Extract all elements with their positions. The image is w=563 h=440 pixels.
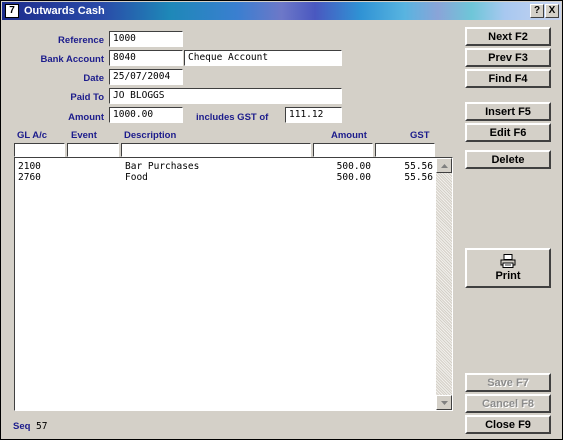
- print-button[interactable]: Print: [465, 248, 551, 288]
- row-gl: 2760: [18, 172, 41, 183]
- amount-label: Amount: [68, 112, 104, 123]
- outwards-cash-window: 7 Outwards Cash ? X Reference 1000 Bank …: [0, 0, 563, 440]
- date-label: Date: [83, 73, 104, 84]
- edit-button[interactable]: Edit F6: [465, 123, 551, 142]
- gst-filter-input[interactable]: [375, 143, 435, 157]
- paid-to-label: Paid To: [70, 92, 104, 103]
- app-icon[interactable]: 7: [5, 4, 19, 18]
- description-filter-input[interactable]: [121, 143, 311, 157]
- close-icon[interactable]: X: [545, 4, 559, 18]
- row-amount: 500.00: [336, 161, 371, 172]
- gst-label: includes GST of: [196, 112, 269, 123]
- prev-button[interactable]: Prev F3: [465, 48, 551, 67]
- column-header-description: Description: [124, 130, 177, 141]
- find-button[interactable]: Find F4: [465, 69, 551, 88]
- paid-to-field[interactable]: JO BLOGGS: [109, 88, 342, 104]
- next-button[interactable]: Next F2: [465, 27, 551, 46]
- save-button[interactable]: Save F7: [465, 373, 551, 392]
- scroll-up-icon[interactable]: [436, 158, 452, 173]
- row-description: Bar Purchases: [125, 161, 200, 172]
- seq-label: Seq: [13, 421, 31, 432]
- row-gl: 2100: [18, 161, 41, 172]
- printer-icon: [500, 254, 516, 268]
- event-filter-input[interactable]: [67, 143, 119, 157]
- row-gst: 55.56: [404, 161, 433, 172]
- window-title: Outwards Cash: [24, 5, 105, 17]
- column-header-gst: GST: [410, 130, 430, 141]
- bank-account-label: Bank Account: [40, 54, 104, 65]
- gst-field: 111.12: [285, 107, 342, 123]
- cancel-button[interactable]: Cancel F8: [465, 394, 551, 413]
- table-row[interactable]: 2760 Food 500.00 55.56: [17, 172, 435, 183]
- vertical-scrollbar[interactable]: [436, 158, 452, 410]
- scroll-down-icon[interactable]: [436, 395, 452, 410]
- seq-value: 57: [36, 421, 48, 432]
- reference-field[interactable]: 1000: [109, 31, 183, 47]
- help-icon[interactable]: ?: [530, 4, 544, 18]
- gl-filter-input[interactable]: [14, 143, 65, 157]
- print-label: Print: [495, 270, 521, 282]
- row-amount: 500.00: [336, 172, 371, 183]
- column-header-gl: GL A/c: [17, 130, 48, 141]
- row-description: Food: [125, 172, 148, 183]
- row-gst: 55.56: [404, 172, 433, 183]
- close-button[interactable]: Close F9: [465, 415, 551, 434]
- amount-field[interactable]: 1000.00: [109, 107, 183, 123]
- reference-label: Reference: [58, 35, 104, 46]
- delete-button[interactable]: Delete: [465, 150, 551, 169]
- column-header-amount: Amount: [331, 130, 367, 141]
- bank-account-code-field[interactable]: 8040: [109, 50, 183, 66]
- insert-button[interactable]: Insert F5: [465, 102, 551, 121]
- amount-filter-input[interactable]: [313, 143, 373, 157]
- column-header-event: Event: [71, 130, 97, 141]
- date-field[interactable]: 25/07/2004: [109, 69, 183, 85]
- table-row[interactable]: 2100 Bar Purchases 500.00 55.56: [17, 161, 435, 172]
- transaction-list[interactable]: 2100 Bar Purchases 500.00 55.56 2760 Foo…: [14, 157, 453, 411]
- title-bar: 7 Outwards Cash ? X: [2, 2, 561, 20]
- bank-account-name-field: Cheque Account: [184, 50, 342, 66]
